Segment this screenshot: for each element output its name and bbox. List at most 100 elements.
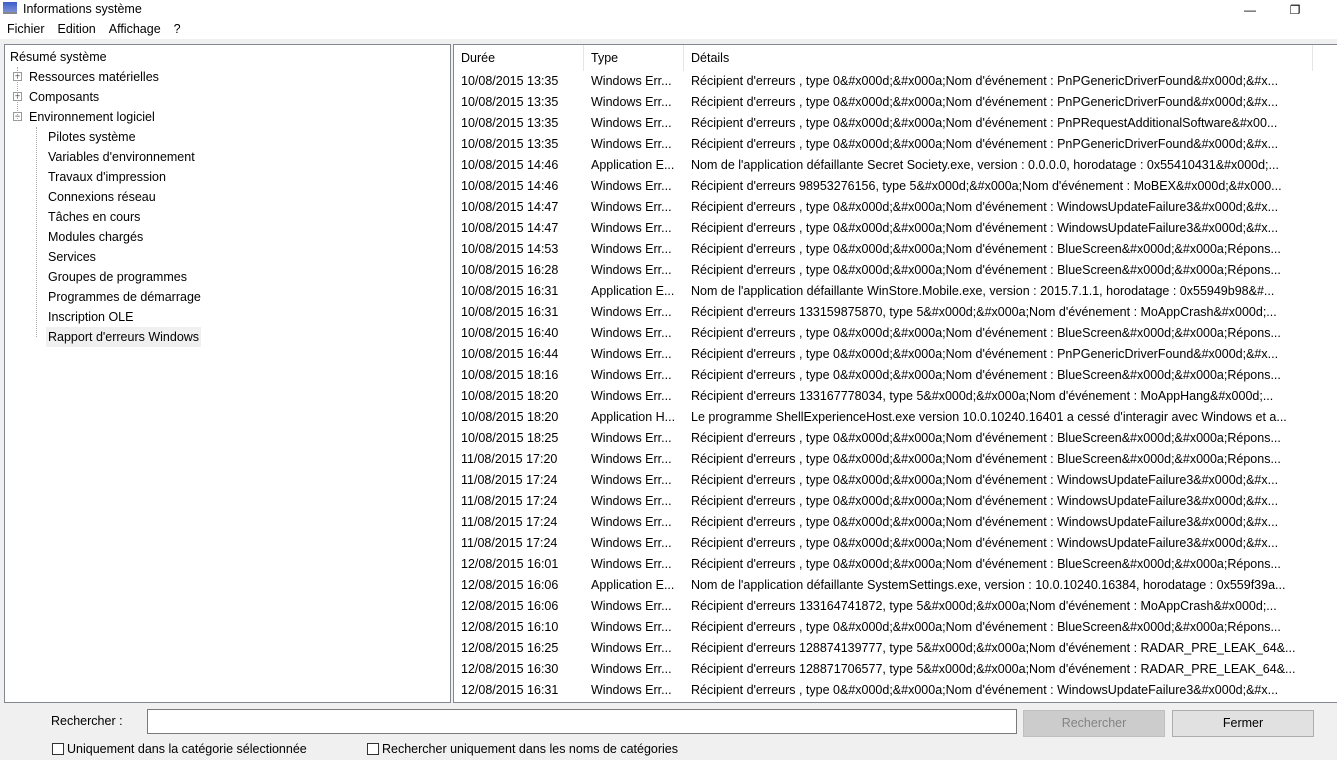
tree-item[interactable]: Rapport d'erreurs Windows bbox=[46, 327, 202, 347]
table-row[interactable]: 10/08/2015 14:47 Windows Err... Récipien… bbox=[454, 218, 1304, 239]
tree-item[interactable]: Tâches en cours bbox=[48, 207, 140, 227]
cell-duree: 10/08/2015 14:46 bbox=[461, 158, 559, 172]
tree-item[interactable]: Travaux d'impression bbox=[48, 167, 166, 187]
table-row[interactable]: 10/08/2015 18:16 Windows Err... Récipien… bbox=[454, 365, 1304, 386]
tree-item[interactable]: Connexions réseau bbox=[48, 187, 156, 207]
cell-details: Récipient d'erreurs 128871706577, type 5… bbox=[691, 662, 1296, 676]
app-icon bbox=[3, 2, 17, 14]
table-row[interactable]: 10/08/2015 18:20 Application H... Le pro… bbox=[454, 407, 1304, 428]
table-row[interactable]: 11/08/2015 17:24 Windows Err... Récipien… bbox=[454, 533, 1304, 554]
cell-type: Windows Err... bbox=[591, 557, 672, 571]
table-row[interactable]: 10/08/2015 16:31 Application E... Nom de… bbox=[454, 281, 1304, 302]
close-button[interactable]: Fermer bbox=[1172, 710, 1314, 737]
cell-details: Nom de l'application défaillante WinStor… bbox=[691, 284, 1275, 298]
table-row[interactable]: 11/08/2015 17:24 Windows Err... Récipien… bbox=[454, 512, 1304, 533]
table-row[interactable]: 10/08/2015 13:35 Windows Err... Récipien… bbox=[454, 71, 1304, 92]
tree-item-resume[interactable]: Résumé système bbox=[10, 47, 107, 67]
table-row[interactable]: 11/08/2015 17:24 Windows Err... Récipien… bbox=[454, 470, 1304, 491]
table-row[interactable]: 10/08/2015 16:44 Windows Err... Récipien… bbox=[454, 344, 1304, 365]
checkbox-category-names[interactable]: Rechercher uniquement dans les noms de c… bbox=[367, 742, 678, 756]
cell-type: Windows Err... bbox=[591, 452, 672, 466]
cell-duree: 10/08/2015 16:31 bbox=[461, 305, 559, 319]
table-row[interactable]: 10/08/2015 16:31 Windows Err... Récipien… bbox=[454, 302, 1304, 323]
column-type[interactable]: Type bbox=[584, 45, 684, 71]
table-row[interactable]: 10/08/2015 14:53 Windows Err... Récipien… bbox=[454, 239, 1304, 260]
tree-item[interactable]: Programmes de démarrage bbox=[48, 287, 201, 307]
tree-item[interactable]: Variables d'environnement bbox=[48, 147, 195, 167]
cell-details: Récipient d'erreurs , type 0&#x000d;&#x0… bbox=[691, 452, 1281, 466]
table-row[interactable]: 10/08/2015 13:35 Windows Err... Récipien… bbox=[454, 92, 1304, 113]
tree-item[interactable]: Ressources matérielles bbox=[29, 67, 159, 87]
cell-type: Windows Err... bbox=[591, 431, 672, 445]
checkbox-selected-category[interactable]: Uniquement dans la catégorie sélectionné… bbox=[52, 742, 307, 756]
cell-type: Application E... bbox=[591, 158, 675, 172]
cell-duree: 11/08/2015 17:24 bbox=[461, 536, 558, 550]
checkbox-label: Uniquement dans la catégorie sélectionné… bbox=[67, 742, 307, 756]
cell-duree: 10/08/2015 13:35 bbox=[461, 116, 559, 130]
table-row[interactable]: 12/08/2015 16:06 Windows Err... Récipien… bbox=[454, 596, 1304, 617]
tree-item[interactable]: Pilotes système bbox=[48, 127, 136, 147]
cell-details: Récipient d'erreurs , type 0&#x000d;&#x0… bbox=[691, 263, 1281, 277]
table-row[interactable]: 10/08/2015 18:25 Windows Err... Récipien… bbox=[454, 428, 1304, 449]
column-details[interactable]: Détails bbox=[684, 45, 1313, 71]
menu-help[interactable]: ? bbox=[174, 19, 181, 39]
table-row[interactable]: 10/08/2015 14:46 Application E... Nom de… bbox=[454, 155, 1304, 176]
cell-duree: 12/08/2015 16:01 bbox=[461, 557, 559, 571]
tree-item[interactable]: Services bbox=[48, 247, 96, 267]
cell-type: Windows Err... bbox=[591, 515, 672, 529]
cell-type: Windows Err... bbox=[591, 389, 672, 403]
table-row[interactable]: 12/08/2015 16:10 Windows Err... Récipien… bbox=[454, 617, 1304, 638]
table-row[interactable]: 11/08/2015 17:20 Windows Err... Récipien… bbox=[454, 449, 1304, 470]
cell-details: Récipient d'erreurs , type 0&#x000d;&#x0… bbox=[691, 473, 1279, 487]
table-row[interactable]: 12/08/2015 16:30 Windows Err... Récipien… bbox=[454, 659, 1304, 680]
table-row[interactable]: 11/08/2015 17:24 Windows Err... Récipien… bbox=[454, 491, 1304, 512]
table-row[interactable]: 10/08/2015 14:47 Windows Err... Récipien… bbox=[454, 197, 1304, 218]
search-input[interactable] bbox=[147, 709, 1017, 734]
menu-affichage[interactable]: Affichage bbox=[109, 19, 161, 39]
menu-edition[interactable]: Edition bbox=[58, 19, 96, 39]
window-title: Informations système bbox=[23, 2, 142, 16]
cell-type: Windows Err... bbox=[591, 74, 672, 88]
cell-type: Windows Err... bbox=[591, 326, 672, 340]
table-row[interactable]: 12/08/2015 16:01 Windows Err... Récipien… bbox=[454, 554, 1304, 575]
table-row[interactable]: 10/08/2015 16:28 Windows Err... Récipien… bbox=[454, 260, 1304, 281]
title-bar: Informations système — ❐ bbox=[0, 0, 1337, 19]
column-duree[interactable]: Durée bbox=[454, 45, 584, 71]
checkbox-icon[interactable] bbox=[367, 743, 379, 755]
table-row[interactable]: 10/08/2015 13:35 Windows Err... Récipien… bbox=[454, 134, 1304, 155]
cell-type: Windows Err... bbox=[591, 179, 672, 193]
menu-fichier[interactable]: Fichier bbox=[7, 19, 45, 39]
tree-item[interactable]: Inscription OLE bbox=[48, 307, 133, 327]
cell-type: Windows Err... bbox=[591, 620, 672, 634]
error-report-table[interactable]: Durée Type Détails 10/08/2015 13:35 Wind… bbox=[453, 44, 1337, 703]
cell-details: Récipient d'erreurs , type 0&#x000d;&#x0… bbox=[691, 368, 1281, 382]
cell-type: Windows Err... bbox=[591, 116, 672, 130]
tree-item[interactable]: Modules chargés bbox=[48, 227, 143, 247]
table-row[interactable]: 10/08/2015 13:35 Windows Err... Récipien… bbox=[454, 113, 1304, 134]
search-button[interactable]: Rechercher bbox=[1023, 710, 1165, 737]
checkbox-icon[interactable] bbox=[52, 743, 64, 755]
cell-details: Récipient d'erreurs , type 0&#x000d;&#x0… bbox=[691, 536, 1279, 550]
restore-button[interactable]: ❐ bbox=[1275, 0, 1315, 19]
cell-type: Windows Err... bbox=[591, 200, 672, 214]
cell-duree: 11/08/2015 17:20 bbox=[461, 452, 558, 466]
tree-item[interactable]: Environnement logiciel bbox=[29, 107, 155, 127]
table-row[interactable]: 10/08/2015 18:20 Windows Err... Récipien… bbox=[454, 386, 1304, 407]
cell-type: Application E... bbox=[591, 284, 675, 298]
cell-details: Récipient d'erreurs , type 0&#x000d;&#x0… bbox=[691, 326, 1281, 340]
table-row[interactable]: 12/08/2015 16:25 Windows Err... Récipien… bbox=[454, 638, 1304, 659]
tree-item[interactable]: Composants bbox=[29, 87, 99, 107]
table-row[interactable]: 10/08/2015 16:40 Windows Err... Récipien… bbox=[454, 323, 1304, 344]
cell-details: Récipient d'erreurs , type 0&#x000d;&#x0… bbox=[691, 95, 1279, 109]
cell-details: Récipient d'erreurs , type 0&#x000d;&#x0… bbox=[691, 494, 1279, 508]
category-tree[interactable]: Résumé système + Ressources matérielles + C… bbox=[4, 44, 451, 703]
table-row[interactable]: 10/08/2015 14:46 Windows Err... Récipien… bbox=[454, 176, 1304, 197]
cell-type: Windows Err... bbox=[591, 662, 672, 676]
table-row[interactable]: 12/08/2015 16:06 Application E... Nom de… bbox=[454, 575, 1304, 596]
tree-item[interactable]: Groupes de programmes bbox=[48, 267, 187, 287]
cell-duree: 10/08/2015 18:20 bbox=[461, 410, 559, 424]
cell-details: Récipient d'erreurs , type 0&#x000d;&#x0… bbox=[691, 200, 1279, 214]
cell-type: Windows Err... bbox=[591, 536, 672, 550]
table-row[interactable]: 12/08/2015 16:31 Windows Err... Récipien… bbox=[454, 680, 1304, 701]
minimize-button[interactable]: — bbox=[1230, 0, 1270, 19]
